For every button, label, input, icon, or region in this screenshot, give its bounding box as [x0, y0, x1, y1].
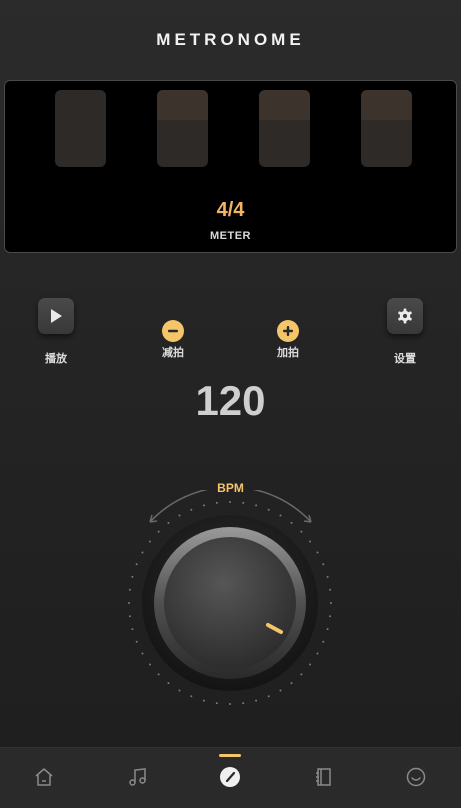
dial-tick	[329, 615, 332, 618]
increase-beat-button[interactable]	[277, 320, 299, 342]
play-label: 播放	[45, 353, 67, 365]
dial-tick	[128, 602, 130, 604]
metronome-icon	[220, 767, 240, 787]
home-icon	[35, 768, 53, 786]
dial-tick	[267, 695, 270, 698]
settings-label: 设置	[394, 353, 416, 365]
minus-icon	[168, 329, 178, 333]
dial-tick	[178, 689, 181, 692]
play-icon	[51, 309, 62, 323]
dial-tick	[148, 540, 151, 543]
increase-beat-label: 加拍	[277, 347, 299, 359]
dial-tick	[267, 508, 270, 511]
dial-tick	[215, 702, 218, 705]
dial-tick	[309, 663, 312, 666]
dial-tick	[167, 521, 170, 524]
dial-tick	[300, 530, 303, 533]
dial-tick	[131, 628, 134, 631]
dial-tick	[202, 699, 205, 702]
gear-icon	[398, 308, 412, 324]
dial-tick	[215, 501, 218, 504]
page-title: METRONOME	[156, 30, 305, 49]
dial-tick	[326, 628, 329, 631]
dial-tick	[255, 699, 258, 702]
dial-tick	[128, 588, 131, 591]
dial-tick	[141, 551, 144, 554]
tab-notebook[interactable]	[306, 760, 340, 794]
dial-tick	[157, 530, 160, 533]
plus-icon	[283, 326, 293, 336]
dial-tick	[322, 640, 325, 643]
dial-tick	[157, 673, 160, 676]
dial-tick	[202, 504, 205, 507]
beat-indicator-1	[55, 90, 106, 167]
decrease-beat-label: 减拍	[162, 347, 184, 359]
dial-tick	[322, 563, 325, 566]
dial-tick	[135, 640, 138, 643]
tab-music[interactable]	[121, 760, 155, 794]
decrease-beat-button[interactable]	[162, 320, 184, 342]
meter-panel: 4/4 METER	[4, 80, 457, 253]
settings-button[interactable]	[387, 298, 423, 334]
music-note-icon	[129, 768, 146, 786]
tab-profile[interactable]	[399, 760, 433, 794]
smiley-icon	[406, 767, 426, 787]
bpm-dial[interactable]	[0, 490, 461, 720]
dial-tick	[190, 508, 193, 511]
dial-knob[interactable]	[164, 537, 296, 669]
dial-tick	[329, 588, 332, 591]
meter-label: METER	[210, 230, 251, 242]
dial-tick	[326, 575, 329, 578]
bpm-value: 120	[195, 377, 266, 424]
tab-bar	[0, 747, 461, 808]
dial-tick	[148, 663, 151, 666]
dial-tick	[279, 514, 282, 517]
dial-tick	[279, 689, 282, 692]
dial-tick	[242, 702, 245, 705]
dial-tick	[255, 504, 258, 507]
dial-tick	[167, 682, 170, 685]
dial-tick	[330, 602, 332, 604]
dial-tick	[300, 673, 303, 676]
dial-tick	[178, 514, 181, 517]
meter-value[interactable]: 4/4	[5, 199, 456, 222]
dial-tick	[316, 551, 319, 554]
beat-indicator-4	[361, 90, 412, 167]
dial-tick	[316, 652, 319, 655]
beat-indicator-2	[157, 90, 208, 167]
beat-indicator-3	[259, 90, 310, 167]
play-button[interactable]	[38, 298, 74, 334]
tab-home[interactable]	[27, 760, 61, 794]
dial-tick	[190, 695, 193, 698]
dial-tick	[242, 501, 245, 504]
dial-tick	[229, 703, 231, 705]
dial-tick	[135, 563, 138, 566]
tab-metronome[interactable]	[213, 760, 247, 794]
notebook-icon	[316, 768, 331, 786]
dial-tick	[290, 521, 293, 524]
dial-tick	[229, 501, 231, 503]
dial-tick	[131, 575, 134, 578]
dial-tick	[141, 652, 144, 655]
dial-tick	[309, 540, 312, 543]
active-tab-indicator	[219, 754, 241, 757]
dial-tick	[128, 615, 131, 618]
dial-tick	[290, 682, 293, 685]
